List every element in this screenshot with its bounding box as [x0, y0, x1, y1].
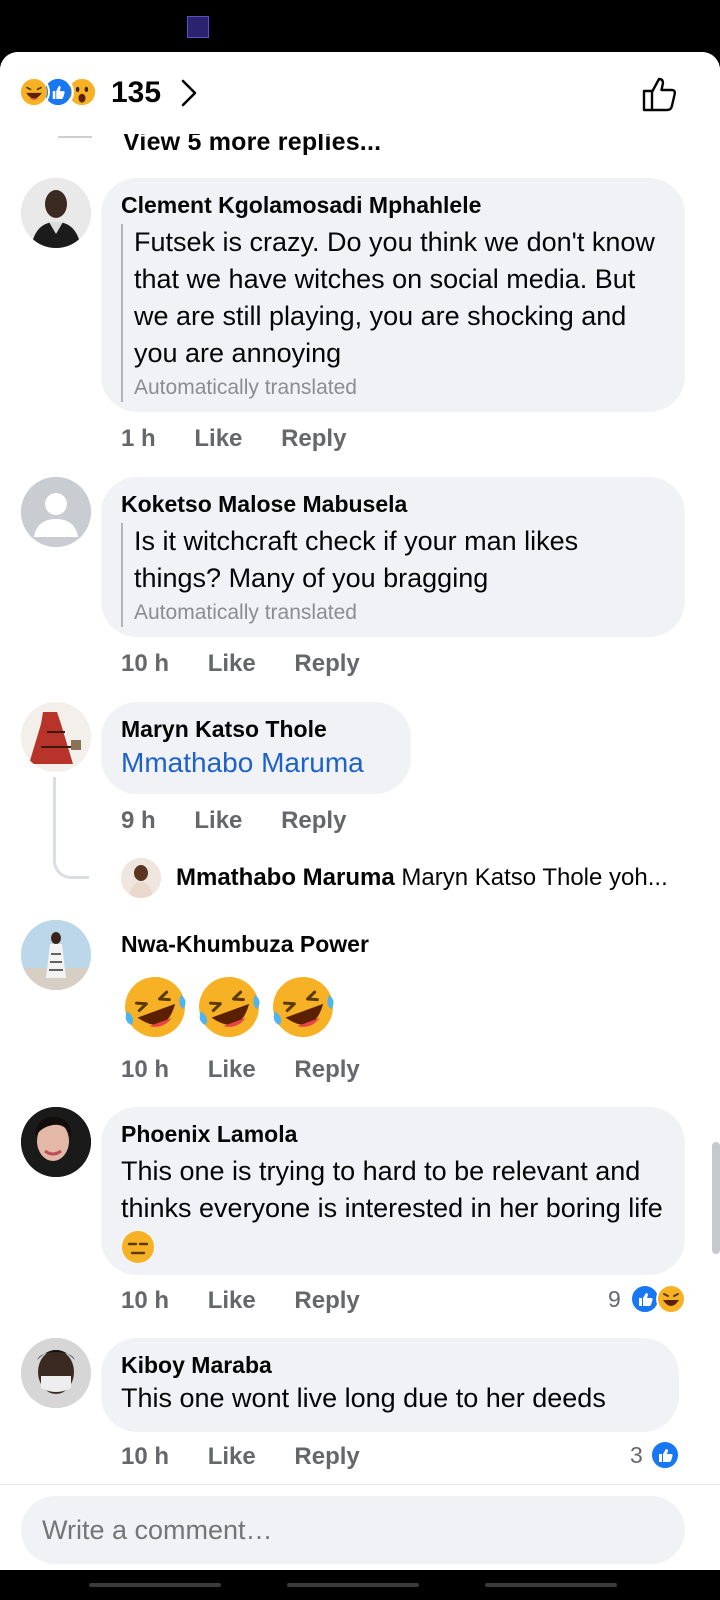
comment-time: 10 h [121, 650, 170, 677]
comment-text: This one is trying to hard to be relevan… [121, 1156, 663, 1223]
comment-time: 1 h [121, 425, 156, 452]
comment-author[interactable]: Koketso Malose Mabusela [121, 489, 665, 519]
like-button[interactable]: Like [208, 1056, 256, 1083]
expressionless-face-icon [122, 1230, 154, 1263]
comment-actions: 9 h Like Reply [121, 806, 378, 836]
rolling-laughing-icon [199, 977, 260, 1037]
avatar-photo [21, 702, 91, 772]
comment-time: 10 h [121, 1287, 170, 1314]
comment-composer-bar [0, 1484, 720, 1570]
reply-button[interactable]: Reply [294, 1287, 359, 1314]
reply-author[interactable]: Mmathabo Maruma [176, 864, 395, 891]
comment-actions: 10 h Like Reply [121, 1286, 392, 1316]
avatar-photo [21, 1338, 91, 1408]
avatar[interactable] [21, 178, 91, 248]
chevron-right-icon[interactable] [178, 78, 200, 108]
avatar-photo [21, 1107, 91, 1177]
like-icon [650, 1440, 680, 1470]
comment-input[interactable] [21, 1496, 685, 1564]
avatar[interactable] [21, 702, 91, 772]
reply-text: Maryn Katso Thole yoh... [401, 864, 668, 891]
avatar[interactable] [21, 1338, 91, 1408]
comment-time: 9 h [121, 807, 156, 834]
like-button[interactable]: Like [208, 650, 256, 677]
like-button[interactable]: Like [208, 1443, 256, 1470]
comment-text: Futsek is crazy. Do you think we don't k… [134, 227, 655, 368]
thread-connector [58, 136, 92, 138]
avatar[interactable] [21, 477, 91, 547]
comment-bubble[interactable]: Phoenix Lamola This one is trying to har… [101, 1107, 685, 1275]
avatar-photo [21, 178, 91, 248]
comment-text: Is it witchcraft check if your man likes… [134, 526, 579, 593]
laugh-icon [656, 1284, 686, 1314]
comment-content[interactable]: Nwa-Khumbuza Power [121, 929, 369, 1046]
comment-author[interactable]: Clement Kgolamosadi Mphahlele [121, 190, 665, 220]
avatar[interactable] [21, 1107, 91, 1177]
like-button[interactable]: Like [194, 425, 242, 452]
translation-note[interactable]: Automatically translated [134, 374, 665, 402]
notification-icon [187, 16, 209, 38]
comment-actions: 10 h Like Reply [121, 1442, 392, 1472]
default-avatar-icon [21, 477, 91, 547]
avatar-photo [121, 858, 161, 898]
comment-author[interactable]: Maryn Katso Thole [121, 714, 391, 744]
comment-actions: 10 h Like Reply [121, 1055, 392, 1085]
status-bar [0, 0, 720, 52]
reply-button[interactable]: Reply [281, 425, 346, 452]
nav-recents-button[interactable] [89, 1583, 221, 1587]
avatar[interactable] [21, 920, 91, 990]
mention-link[interactable]: Mmathabo Maruma [121, 744, 391, 782]
comment-text-wrap: This one is trying to hard to be relevan… [121, 1153, 665, 1264]
comments-sheet: 135 View 5 more replies... Clement Kgola… [0, 52, 720, 1570]
rolling-laughing-icon [273, 977, 334, 1037]
translated-quote: Is it witchcraft check if your man likes… [121, 523, 665, 627]
scrollbar-thumb[interactable] [712, 1142, 720, 1254]
like-button[interactable]: Like [208, 1287, 256, 1314]
reactions-header[interactable]: 135 [0, 52, 720, 134]
reply-button[interactable]: Reply [294, 1056, 359, 1083]
comment-author[interactable]: Nwa-Khumbuza Power [121, 929, 369, 959]
nav-home-button[interactable] [287, 1583, 419, 1587]
reply-button[interactable]: Reply [281, 807, 346, 834]
comment-bubble[interactable]: Koketso Malose Mabusela Is it witchcraft… [101, 477, 685, 637]
system-navigation-bar [0, 1570, 720, 1600]
like-post-icon[interactable] [640, 74, 680, 114]
reply-button[interactable]: Reply [294, 650, 359, 677]
rolling-laughing-icon [125, 977, 186, 1037]
comment-actions: 1 h Like Reply [121, 424, 378, 454]
comment-author[interactable]: Phoenix Lamola [121, 1119, 665, 1149]
comment-reaction-count[interactable]: 9 [608, 1284, 621, 1314]
nav-back-button[interactable] [485, 1583, 617, 1587]
comment-bubble[interactable]: Kiboy Maraba This one wont live long due… [101, 1338, 679, 1432]
avatar-photo [21, 920, 91, 990]
comment-reaction-count[interactable]: 3 [630, 1440, 643, 1470]
reply-preview[interactable]: Mmathabo Maruma Maryn Katso Thole yoh... [176, 863, 668, 893]
comment-bubble[interactable]: Clement Kgolamosadi Mphahlele Futsek is … [101, 178, 685, 412]
like-button[interactable]: Like [194, 807, 242, 834]
comment-actions: 10 h Like Reply [121, 649, 392, 679]
translated-quote: Futsek is crazy. Do you think we don't k… [121, 224, 665, 402]
reaction-count[interactable]: 135 [111, 76, 161, 110]
emoji-row [121, 973, 369, 1046]
reply-button[interactable]: Reply [294, 1443, 359, 1470]
translation-note[interactable]: Automatically translated [134, 599, 665, 627]
comment-bubble[interactable]: Maryn Katso Thole Mmathabo Maruma [101, 702, 411, 794]
reply-thread-line [53, 777, 89, 879]
comment-text: This one wont live long due to her deeds [121, 1383, 606, 1413]
avatar[interactable] [121, 858, 161, 898]
comment-time: 10 h [121, 1056, 170, 1083]
comment-author[interactable]: Kiboy Maraba [121, 1350, 659, 1380]
comment-time: 10 h [121, 1443, 170, 1470]
laugh-icon [18, 76, 50, 108]
